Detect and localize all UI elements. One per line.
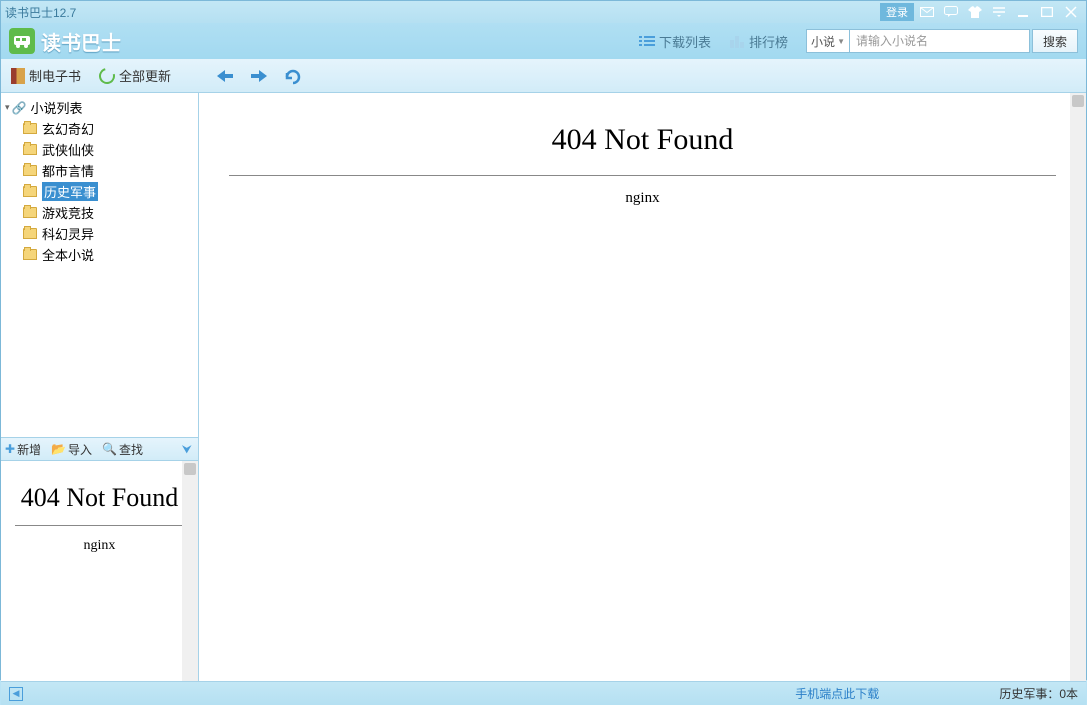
folder-icon [23, 207, 37, 218]
search-input[interactable] [850, 29, 1030, 53]
tree-root[interactable]: ▾ 🔗 小说列表 [1, 97, 198, 118]
download-list-label: 下载列表 [659, 32, 711, 51]
login-button[interactable]: 登录 [880, 3, 914, 21]
folder-icon [23, 186, 37, 197]
make-ebook-button[interactable]: 制电子书 [11, 66, 81, 85]
tree-item-label: 都市言情 [42, 161, 94, 180]
close-icon[interactable] [1060, 3, 1082, 21]
tree-item-label: 武侠仙侠 [42, 140, 94, 159]
menu-icon[interactable] [988, 3, 1010, 21]
scrollbar[interactable] [182, 461, 198, 681]
search-type-label: 小说 [811, 33, 835, 50]
tree-item-kehuan[interactable]: 科幻灵异 [1, 223, 198, 244]
main-area: ▾ 🔗 小说列表 玄幻奇幻 武侠仙侠 都市言情 历史军事 [1, 93, 1086, 681]
chat-icon[interactable] [940, 3, 962, 21]
divider [15, 525, 184, 526]
tree-item-label: 历史军事 [42, 182, 98, 201]
add-label: 新增 [17, 441, 41, 458]
sidebar: ▾ 🔗 小说列表 玄幻奇幻 武侠仙侠 都市言情 历史军事 [1, 93, 199, 681]
tree-item-wuxia[interactable]: 武侠仙侠 [1, 139, 198, 160]
forward-button[interactable] [247, 64, 271, 88]
ranking-label: 排行榜 [749, 32, 788, 51]
book-icon [11, 68, 25, 84]
tree-root-label: 小说列表 [30, 98, 82, 117]
window-title: 读书巴士12.7 [5, 4, 76, 21]
minimize-icon[interactable] [1012, 3, 1034, 21]
find-button[interactable]: 🔍 查找 [102, 441, 143, 458]
toolbar: 制电子书 全部更新 [1, 59, 1086, 93]
app-logo: 读书巴士 [9, 27, 121, 56]
refresh-all-label: 全部更新 [119, 66, 171, 85]
preview-pane: 404 Not Found nginx [1, 461, 198, 681]
import-button[interactable]: 📂 导入 [51, 441, 92, 458]
mail-icon[interactable] [916, 3, 938, 21]
ranking-button[interactable]: 排行榜 [729, 32, 788, 51]
reload-button[interactable] [281, 64, 305, 88]
category-tree: ▾ 🔗 小说列表 玄幻奇幻 武侠仙侠 都市言情 历史军事 [1, 93, 198, 437]
make-ebook-label: 制电子书 [29, 66, 81, 85]
chevrons-down-icon: ⮟ [182, 442, 192, 457]
titlebar: 读书巴士12.7 登录 [1, 1, 1086, 23]
mobile-download-link[interactable]: 手机端点此下载 [795, 685, 879, 702]
scrollbar[interactable] [1070, 93, 1086, 681]
tree-item-label: 游戏竞技 [42, 203, 94, 222]
tree-item-dushi[interactable]: 都市言情 [1, 160, 198, 181]
folder-icon [23, 123, 37, 134]
list-icon [639, 34, 655, 48]
expand-sidebar-button[interactable]: ◀ [9, 687, 23, 701]
tree-item-label: 科幻灵异 [42, 224, 94, 243]
collapse-button[interactable]: ⮟ [182, 442, 192, 457]
tree-item-xuanhuan[interactable]: 玄幻奇幻 [1, 118, 198, 139]
back-button[interactable] [213, 64, 237, 88]
add-button[interactable]: ✚ 新增 [5, 441, 41, 458]
tree-item-label: 全本小说 [42, 245, 94, 264]
plus-icon: ✚ [5, 442, 15, 456]
find-label: 查找 [119, 441, 143, 458]
logo-text: 读书巴士 [41, 27, 121, 56]
divider [229, 175, 1056, 176]
folder-icon [23, 249, 37, 260]
content-error-subtitle: nginx [219, 190, 1066, 207]
refresh-all-button[interactable]: 全部更新 [99, 66, 171, 85]
bars-icon [729, 34, 745, 48]
preview-error-subtitle: nginx [5, 538, 194, 554]
content-error-title: 404 Not Found [219, 123, 1066, 157]
chevron-down-icon: ▼ [837, 37, 845, 46]
folder-icon [23, 144, 37, 155]
collapse-icon: ▾ [5, 102, 10, 113]
tree-item-quanben[interactable]: 全本小说 [1, 244, 198, 265]
shirt-icon[interactable] [964, 3, 986, 21]
download-list-button[interactable]: 下载列表 [639, 32, 711, 51]
folder-icon [23, 165, 37, 176]
preview-error-title: 404 Not Found [11, 483, 188, 513]
status-count: 历史军事：0本 [999, 685, 1078, 702]
tree-item-label: 玄幻奇幻 [42, 119, 94, 138]
search-button[interactable]: 搜索 [1032, 29, 1078, 53]
refresh-icon [96, 65, 118, 87]
folder-icon [23, 228, 37, 239]
import-label: 导入 [68, 441, 92, 458]
tree-item-lishi[interactable]: 历史军事 [1, 181, 198, 202]
tree-item-youxi[interactable]: 游戏竞技 [1, 202, 198, 223]
maximize-icon[interactable] [1036, 3, 1058, 21]
search-icon: 🔍 [102, 442, 117, 456]
content-pane: 404 Not Found nginx [199, 93, 1086, 681]
status-bar: ◀ 手机端点此下载 历史军事：0本 [1, 681, 1086, 705]
search-type-dropdown[interactable]: 小说 ▼ [806, 29, 850, 53]
link-icon: 🔗 [12, 101, 27, 115]
header: 读书巴士 下载列表 排行榜 小说 ▼ 搜索 [1, 23, 1086, 59]
folder-open-icon: 📂 [51, 442, 66, 456]
sidebar-toolbar: ✚ 新增 📂 导入 🔍 查找 ⮟ [1, 437, 198, 461]
bus-icon [9, 28, 35, 54]
